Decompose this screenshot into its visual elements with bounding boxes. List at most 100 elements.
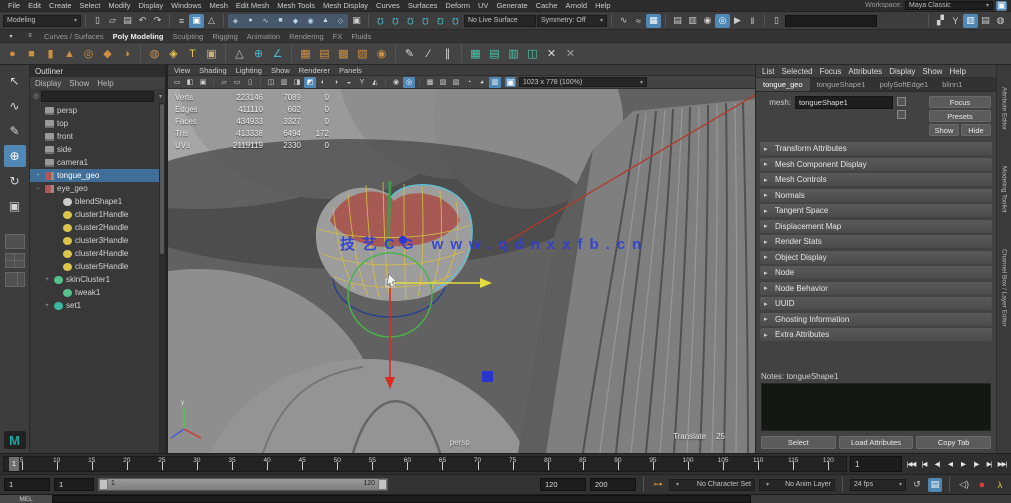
shelf-tab[interactable]: Poly Modeling bbox=[113, 32, 164, 41]
presets-button[interactable]: Presets bbox=[929, 110, 991, 122]
outliner-item[interactable]: cluster5Handle bbox=[30, 260, 165, 273]
launch-sequence-icon[interactable]: ▶ bbox=[730, 14, 745, 28]
shelf-grab-icon[interactable]: ▥ bbox=[505, 45, 522, 62]
menu-item[interactable]: Edit Mesh bbox=[232, 1, 273, 10]
attribute-editor-menu-item[interactable]: List bbox=[762, 67, 774, 76]
character-set-select[interactable]: ▾ No Character Set bbox=[669, 479, 755, 491]
attribute-section-header[interactable]: Node Behavior bbox=[760, 282, 992, 295]
select-component-icon[interactable]: △ bbox=[204, 14, 219, 28]
attribute-section-header[interactable]: Transform Attributes bbox=[760, 142, 992, 155]
pause-viewport-icon[interactable]: ‖ bbox=[745, 14, 760, 28]
camera-lock-icon[interactable]: ▭ bbox=[171, 77, 183, 88]
attribute-editor-menu-item[interactable]: Focus bbox=[820, 67, 842, 76]
outliner-item[interactable]: blendShape1 bbox=[30, 195, 165, 208]
outliner-search-input[interactable] bbox=[41, 91, 154, 102]
shelf-super-shape-icon[interactable]: ◈ bbox=[165, 45, 182, 62]
outliner-scrollbar[interactable] bbox=[159, 103, 165, 453]
layout-four-pane-button[interactable] bbox=[5, 253, 25, 268]
mask-deformers-icon[interactable]: ◆ bbox=[288, 14, 303, 28]
notes-input[interactable] bbox=[761, 383, 991, 431]
snap-curve-icon[interactable] bbox=[388, 14, 403, 28]
open-scene-icon[interactable]: ▱ bbox=[105, 14, 120, 28]
input-operations-icon[interactable]: ∿ bbox=[616, 14, 631, 28]
modeling-toolkit-toggle-icon[interactable]: ▞ bbox=[933, 14, 948, 28]
time-tick[interactable]: 120 bbox=[811, 457, 846, 471]
menu-set-select[interactable]: Modeling ▾ bbox=[3, 15, 81, 27]
attribute-section-header[interactable]: UUID bbox=[760, 297, 992, 310]
shelf-distance-measure-icon[interactable]: ∠ bbox=[269, 45, 286, 62]
shelf-tab[interactable]: FX bbox=[333, 32, 343, 41]
shelf-tab[interactable]: Sculpting bbox=[172, 32, 203, 41]
shelf-editor-icon[interactable]: ≡ bbox=[25, 29, 35, 43]
playback-start-field[interactable]: 1 bbox=[54, 478, 94, 491]
step-back-key-button[interactable]: ◀| bbox=[931, 457, 943, 472]
sidebar-vertical-tab[interactable]: Channel Box / Layer Editor bbox=[1001, 249, 1008, 327]
make-live-icon[interactable] bbox=[448, 14, 463, 28]
menu-item[interactable]: Cache bbox=[532, 1, 562, 10]
outliner-item[interactable]: + skinCluster1 bbox=[30, 273, 165, 286]
anti-aliasing-icon[interactable]: ▩ bbox=[424, 77, 436, 88]
menu-item[interactable]: Mesh Tools bbox=[273, 1, 319, 10]
shelf-poly-sphere-icon[interactable]: ● bbox=[4, 45, 21, 62]
outliner-item[interactable]: camera1 bbox=[30, 156, 165, 169]
shelf-boolean-union-icon[interactable]: ▦ bbox=[297, 45, 314, 62]
workspace-select[interactable]: Maya Classic ▾ bbox=[905, 1, 993, 10]
shelf-smooth-icon[interactable]: ◉ bbox=[373, 45, 390, 62]
tool-settings-toggle-icon[interactable]: ▤ bbox=[978, 14, 993, 28]
shelf-tab[interactable]: Curves / Surfaces bbox=[44, 32, 104, 41]
color-management-icon[interactable]: ▣ bbox=[505, 77, 516, 87]
time-tick[interactable]: 105 bbox=[706, 457, 741, 471]
menu-item[interactable]: Curves bbox=[372, 1, 404, 10]
attribute-editor-tab[interactable]: blinn1 bbox=[935, 78, 969, 91]
play-forwards-button[interactable]: ▶ bbox=[957, 457, 969, 472]
time-tick[interactable]: 100 bbox=[670, 457, 705, 471]
select-button[interactable]: Select bbox=[761, 436, 836, 449]
redo-icon[interactable]: ↷ bbox=[150, 14, 165, 28]
menu-item[interactable]: Help bbox=[591, 1, 614, 10]
focus-button[interactable]: Focus bbox=[929, 96, 991, 108]
animation-end-field[interactable]: 200 bbox=[590, 478, 636, 491]
attribute-section-header[interactable]: Displacement Map bbox=[760, 220, 992, 233]
outliner-item[interactable]: cluster2Handle bbox=[30, 221, 165, 234]
menu-item[interactable]: Generate bbox=[492, 1, 531, 10]
outliner-item[interactable]: tweak1 bbox=[30, 286, 165, 299]
viewport-menu-item[interactable]: Lighting bbox=[236, 66, 262, 75]
snap-point-icon[interactable] bbox=[403, 14, 418, 28]
command-mode-toggle[interactable]: MEL bbox=[0, 495, 52, 503]
shelf-separate-icon[interactable]: ▧ bbox=[354, 45, 371, 62]
time-tick[interactable]: 10 bbox=[39, 457, 74, 471]
go-to-start-button[interactable]: |◀◀ bbox=[905, 457, 917, 472]
play-backwards-button[interactable]: ◀ bbox=[944, 457, 956, 472]
attribute-section-header[interactable]: Tangent Space bbox=[760, 204, 992, 217]
shelf-multi-cut-icon[interactable]: ∥ bbox=[439, 45, 456, 62]
attribute-section-header[interactable]: Extra Attributes bbox=[760, 328, 992, 341]
shelf-poly-torus-icon[interactable]: ◎ bbox=[80, 45, 97, 62]
attribute-editor-toggle-icon[interactable]: ▥ bbox=[963, 14, 978, 28]
shelf-delete-edge-icon[interactable]: ✕ bbox=[543, 45, 560, 62]
viewport-resolution-select[interactable]: 1023 x 778 (100%) ▾ bbox=[519, 77, 647, 87]
render-current-frame-icon[interactable]: ▥ bbox=[685, 14, 700, 28]
move-tool[interactable]: ⊕ bbox=[4, 145, 26, 167]
resolution-gate-icon[interactable]: ◨ bbox=[291, 77, 303, 88]
attribute-editor-tab[interactable]: tongueShape1 bbox=[810, 78, 873, 91]
shadows-icon[interactable]: ◭ bbox=[369, 77, 381, 88]
time-tick[interactable]: 50 bbox=[320, 457, 355, 471]
shelf-tab[interactable]: Animation bbox=[247, 32, 280, 41]
playback-range-bar[interactable]: 1 120 bbox=[98, 478, 388, 491]
shelf-tab[interactable]: Rendering bbox=[289, 32, 324, 41]
hide-button[interactable]: Hide bbox=[961, 124, 991, 136]
node-name-field[interactable]: tongueShape1 bbox=[795, 96, 893, 109]
wireframe-icon[interactable]: ◐ bbox=[317, 77, 329, 88]
range-start-handle[interactable] bbox=[99, 479, 108, 490]
time-ruler[interactable]: 1 51015202530354045505560657075808590951… bbox=[3, 456, 847, 472]
layout-two-pane-button[interactable] bbox=[5, 272, 25, 287]
attribute-editor-tab[interactable]: tongue_geo bbox=[756, 78, 810, 91]
save-scene-icon[interactable]: ▤ bbox=[120, 14, 135, 28]
attribute-section-header[interactable]: Node bbox=[760, 266, 992, 279]
outliner-item[interactable]: persp bbox=[30, 104, 165, 117]
mask-curves-icon[interactable]: ∿ bbox=[258, 14, 273, 28]
time-tick[interactable]: 80 bbox=[530, 457, 565, 471]
viewport-menu-item[interactable]: Show bbox=[271, 66, 290, 75]
output-operations-icon[interactable]: ≈ bbox=[631, 14, 646, 28]
menu-item[interactable]: Arnold bbox=[561, 1, 591, 10]
